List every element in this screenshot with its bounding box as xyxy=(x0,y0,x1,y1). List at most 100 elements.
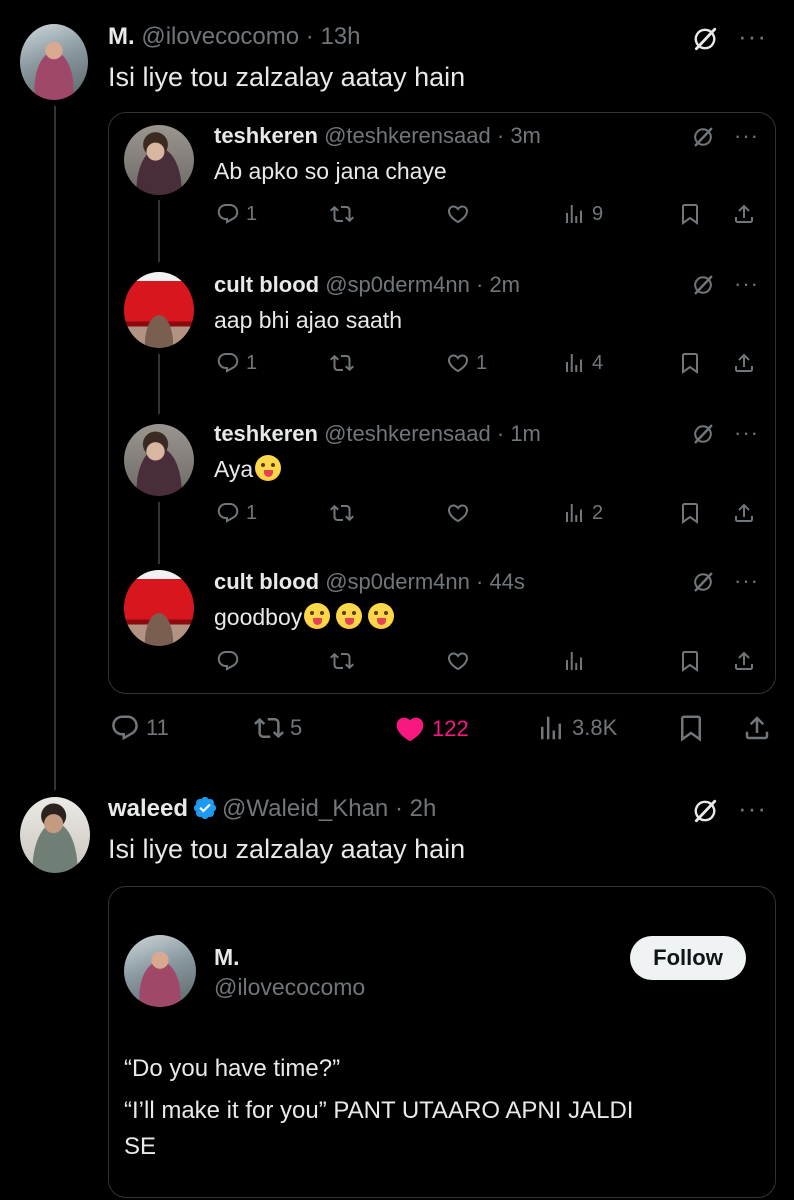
author-handle[interactable]: @ilovecocomo xyxy=(141,23,299,50)
reply-text: Ab apko so jana chaye xyxy=(214,158,447,184)
reply-button[interactable]: 1 xyxy=(216,351,257,375)
views-count: 4 xyxy=(592,351,604,374)
avatar[interactable] xyxy=(124,935,196,1007)
repost-button[interactable]: 5 xyxy=(254,713,302,743)
more-options-icon[interactable]: ··· xyxy=(734,125,759,147)
separator-dot: · xyxy=(394,795,403,822)
like-button[interactable] xyxy=(446,501,476,525)
reply-count: 1 xyxy=(246,351,258,374)
thread-connector-line xyxy=(54,106,56,790)
author-name[interactable]: M. xyxy=(108,23,135,50)
reply-text: goodboy xyxy=(214,602,395,632)
separator-dot: · xyxy=(305,23,314,50)
separator-dot: · xyxy=(475,272,484,297)
bookmark-button[interactable] xyxy=(678,351,702,375)
bookmark-button[interactable] xyxy=(678,649,702,673)
embed-handle[interactable]: @ilovecocomo xyxy=(214,972,365,1002)
avatar[interactable] xyxy=(124,570,194,646)
author-handle[interactable]: @teshkerensaad xyxy=(324,123,491,148)
more-options-icon[interactable]: ··· xyxy=(738,23,767,49)
author-name[interactable]: teshkeren xyxy=(214,123,318,148)
views-count: 2 xyxy=(592,501,604,524)
grok-icon[interactable] xyxy=(692,423,714,445)
author-handle[interactable]: @Waleid_Khan xyxy=(222,795,388,822)
quoted-thread-card[interactable] xyxy=(108,112,776,694)
like-button[interactable] xyxy=(446,202,476,226)
wink-emoji-icon xyxy=(336,603,363,629)
post-time[interactable]: 2h xyxy=(410,795,437,822)
reply-header: teshkeren @teshkerensaad · 3m xyxy=(214,122,541,150)
embed-text-line-3: SE xyxy=(124,1133,157,1160)
views-button[interactable]: 2 xyxy=(562,501,603,525)
separator-dot: · xyxy=(496,123,505,148)
views-button[interactable]: 3.8K xyxy=(536,713,617,743)
embed-text-line-2: “I’ll make it for you” PANT UTAARO APNI … xyxy=(124,1097,634,1124)
author-handle[interactable]: @sp0derm4nn xyxy=(325,272,470,297)
more-options-icon[interactable]: ··· xyxy=(738,795,767,821)
author-handle[interactable]: @teshkerensaad xyxy=(324,421,491,446)
repost-button[interactable] xyxy=(330,501,360,525)
reply-button[interactable]: 1 xyxy=(216,202,257,226)
reply-text-content: Aya xyxy=(214,456,254,482)
avatar[interactable] xyxy=(124,125,194,195)
post-time[interactable]: 13h xyxy=(320,23,360,50)
reply-count: 11 xyxy=(146,715,169,740)
share-button[interactable] xyxy=(732,202,756,226)
share-button[interactable] xyxy=(732,351,756,375)
repost-button[interactable] xyxy=(330,649,360,673)
bookmark-button[interactable] xyxy=(676,713,706,743)
embedded-post-card[interactable] xyxy=(108,886,776,1198)
author-name[interactable]: cult blood xyxy=(214,272,319,297)
grok-icon[interactable] xyxy=(692,126,714,148)
reply-button[interactable]: 1 xyxy=(216,501,257,525)
tongue-emoji-icon xyxy=(368,603,395,629)
post-time[interactable]: 44s xyxy=(489,569,524,594)
yum-emoji-icon xyxy=(255,455,282,481)
reply-text: Aya xyxy=(214,454,282,484)
bookmark-button[interactable] xyxy=(678,501,702,525)
embed-name[interactable]: M. xyxy=(214,942,240,972)
bookmark-button[interactable] xyxy=(678,202,702,226)
share-button[interactable] xyxy=(732,501,756,525)
share-button[interactable] xyxy=(732,649,756,673)
like-button[interactable]: 122 xyxy=(394,713,469,745)
more-options-icon[interactable]: ··· xyxy=(734,273,759,295)
author-name[interactable]: waleed xyxy=(108,795,188,822)
post-time[interactable]: 3m xyxy=(510,123,541,148)
grok-icon[interactable] xyxy=(692,798,718,824)
avatar[interactable] xyxy=(124,424,194,496)
more-options-icon[interactable]: ··· xyxy=(734,570,759,592)
reply-button[interactable]: 11 xyxy=(110,713,169,743)
repost-button[interactable] xyxy=(330,351,360,375)
reply-text: aap bhi ajao saath xyxy=(214,307,402,333)
post-time[interactable]: 2m xyxy=(489,272,520,297)
like-count: 122 xyxy=(432,716,469,741)
views-button[interactable]: 9 xyxy=(562,202,603,226)
author-name[interactable]: teshkeren xyxy=(214,421,318,446)
follow-button[interactable]: Follow xyxy=(630,936,746,980)
reply-header: cult blood @sp0derm4nn · 44s xyxy=(214,568,525,596)
like-count: 1 xyxy=(476,351,488,374)
views-button[interactable] xyxy=(562,649,592,673)
reply-button[interactable] xyxy=(216,649,246,673)
reply-header: cult blood @sp0derm4nn · 2m xyxy=(214,271,520,299)
like-button[interactable] xyxy=(446,649,476,673)
more-options-icon[interactable]: ··· xyxy=(734,422,759,444)
post-time[interactable]: 1m xyxy=(510,421,541,446)
separator-dot: · xyxy=(475,569,484,594)
views-count: 9 xyxy=(592,202,604,225)
share-button[interactable] xyxy=(742,713,772,743)
views-button[interactable]: 4 xyxy=(562,351,603,375)
author-handle[interactable]: @sp0derm4nn xyxy=(325,569,470,594)
grok-icon[interactable] xyxy=(692,26,718,52)
avatar[interactable] xyxy=(20,24,88,100)
verified-badge-icon xyxy=(192,795,218,821)
repost-button[interactable] xyxy=(330,202,360,226)
author-name[interactable]: cult blood xyxy=(214,569,319,594)
avatar[interactable] xyxy=(20,797,90,873)
grok-icon[interactable] xyxy=(692,274,714,296)
grok-icon[interactable] xyxy=(692,571,714,593)
avatar[interactable] xyxy=(124,272,194,348)
like-button[interactable]: 1 xyxy=(446,351,487,375)
reply-count: 1 xyxy=(246,501,258,524)
